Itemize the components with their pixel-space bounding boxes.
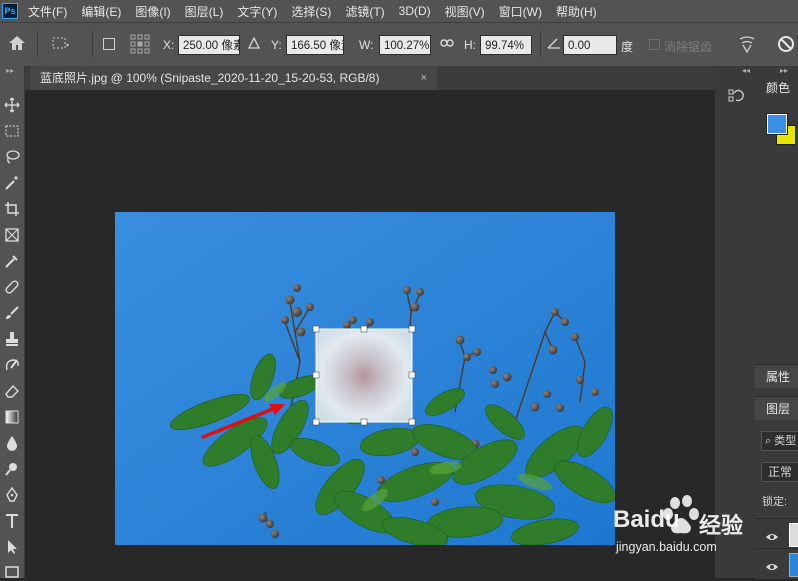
cancel-transform-icon[interactable]	[777, 35, 795, 56]
collapse-arrows-icon[interactable]: ▸▸	[6, 66, 14, 75]
transform-tool-icon[interactable]	[50, 35, 70, 54]
rotation-field[interactable]: 0.00	[563, 35, 617, 55]
document-title: 蓝底照片.jpg @ 100% (Snipaste_2020-11-20_15-…	[40, 71, 380, 85]
antialias-checkbox[interactable]	[649, 39, 660, 50]
options-bar: X: 250.00 像素 Y: 166.50 像素 W: 100.27% H: …	[0, 22, 798, 66]
panel-icon-strip: ◂◂	[715, 66, 755, 578]
layers-panel-header[interactable]: 图层	[755, 396, 798, 420]
width-field[interactable]: 100.27%	[379, 35, 431, 55]
move-tool-icon[interactable]	[3, 96, 21, 114]
height-field[interactable]: 99.74%	[480, 35, 532, 55]
document-tab[interactable]: 蓝底照片.jpg @ 100% (Snipaste_2020-11-20_15-…	[30, 66, 437, 90]
history-panel-icon[interactable]	[728, 88, 744, 109]
menu-filter[interactable]: 滤镜(T)	[345, 3, 384, 20]
crop-tool-icon[interactable]	[3, 200, 21, 218]
document-tab-bar: 蓝底照片.jpg @ 100% (Snipaste_2020-11-20_15-…	[25, 66, 715, 90]
menu-view[interactable]: 视图(V)	[445, 3, 485, 20]
rectangle-tool-icon[interactable]	[3, 563, 21, 581]
menu-help[interactable]: 帮助(H)	[556, 3, 597, 20]
reference-point-checkbox[interactable]	[103, 38, 115, 50]
color-panel-header[interactable]: 颜色	[755, 78, 798, 98]
tools-panel: ▸▸	[0, 66, 25, 578]
layer-thumbnail	[789, 553, 798, 577]
menu-type[interactable]: 文字(Y)	[237, 3, 277, 20]
angle-unit: 度	[621, 40, 634, 54]
blend-mode-select[interactable]: 正常	[761, 462, 798, 482]
warp-icon[interactable]	[737, 34, 757, 57]
marquee-tool-icon[interactable]	[3, 122, 21, 140]
type-tool-icon[interactable]	[3, 512, 21, 530]
photo-scene	[115, 212, 615, 545]
path-selection-tool-icon[interactable]	[3, 538, 21, 556]
layers-panel-title: 图层	[766, 402, 791, 416]
eye-icon[interactable]	[765, 559, 779, 577]
menu-layer[interactable]: 图层(L)	[185, 3, 224, 20]
y-label: Y:	[271, 38, 282, 52]
close-icon[interactable]: ×	[421, 66, 427, 90]
blur-tool-icon[interactable]	[3, 434, 21, 452]
blend-mode-value: 正常	[768, 465, 793, 479]
photoshop-logo[interactable]: Ps	[2, 3, 18, 19]
delta-icon[interactable]	[247, 36, 261, 52]
brush-tool-icon[interactable]	[3, 304, 21, 322]
dodge-tool-icon[interactable]	[3, 460, 21, 478]
gradient-tool-icon[interactable]	[3, 408, 21, 426]
properties-panel-title: 属性	[766, 370, 791, 384]
right-panel: ▸▸ 颜色 属性 图层 ⌕ 类型 正常 锁定:	[755, 66, 798, 579]
canvas-area[interactable]	[25, 90, 715, 578]
foreground-color-swatch[interactable]	[766, 113, 788, 135]
color-panel-title: 颜色	[766, 81, 791, 95]
menu-3d[interactable]: 3D(D)	[399, 4, 431, 18]
menu-select[interactable]: 选择(S)	[291, 3, 331, 20]
eraser-tool-icon[interactable]	[3, 382, 21, 400]
clone-stamp-tool-icon[interactable]	[3, 330, 21, 348]
reference-point-grid-icon[interactable]	[130, 34, 150, 57]
properties-panel-header[interactable]: 属性	[755, 364, 798, 388]
rotate-angle-icon[interactable]	[547, 37, 561, 52]
layer-thumbnail	[789, 523, 798, 547]
divider	[37, 31, 38, 57]
collapse-arrows-icon[interactable]: ◂◂	[742, 66, 750, 75]
link-icon[interactable]	[440, 37, 454, 52]
eyedropper-tool-icon[interactable]	[3, 252, 21, 270]
x-label: X:	[163, 38, 175, 52]
magic-wand-tool-icon[interactable]	[3, 174, 21, 192]
divider	[92, 31, 93, 57]
frame-tool-icon[interactable]	[3, 226, 21, 244]
document-image[interactable]	[115, 212, 615, 545]
pen-tool-icon[interactable]	[3, 486, 21, 504]
menu-window[interactable]: 窗口(W)	[499, 3, 542, 20]
layer-filter-label: 类型	[774, 435, 797, 447]
collapse-arrows-icon[interactable]: ▸▸	[780, 66, 788, 75]
menu-file[interactable]: 文件(F)	[28, 3, 67, 20]
blurred-layer[interactable]	[316, 329, 412, 422]
healing-brush-tool-icon[interactable]	[3, 278, 21, 296]
lock-label: 锁定:	[762, 496, 788, 508]
x-position-field[interactable]: 250.00 像素	[178, 35, 240, 55]
menu-bar: Ps 文件(F) 编辑(E) 图像(I) 图层(L) 文字(Y) 选择(S) 滤…	[0, 0, 798, 22]
menu-edit[interactable]: 编辑(E)	[81, 3, 121, 20]
menu-image[interactable]: 图像(I)	[135, 3, 170, 20]
y-position-field[interactable]: 166.50 像素	[286, 35, 344, 55]
history-brush-tool-icon[interactable]	[3, 356, 21, 374]
search-icon: ⌕	[765, 435, 772, 447]
home-icon[interactable]	[8, 35, 26, 54]
layer-row[interactable]	[755, 548, 798, 579]
divider	[540, 31, 541, 57]
layer-filter-field[interactable]: ⌕ 类型	[761, 431, 798, 451]
w-label: W:	[359, 38, 374, 52]
antialias-label: 消除锯齿	[664, 40, 713, 54]
h-label: H:	[464, 38, 476, 52]
layer-row[interactable]	[755, 518, 798, 549]
eye-icon[interactable]	[765, 529, 779, 547]
lasso-tool-icon[interactable]	[3, 148, 21, 166]
